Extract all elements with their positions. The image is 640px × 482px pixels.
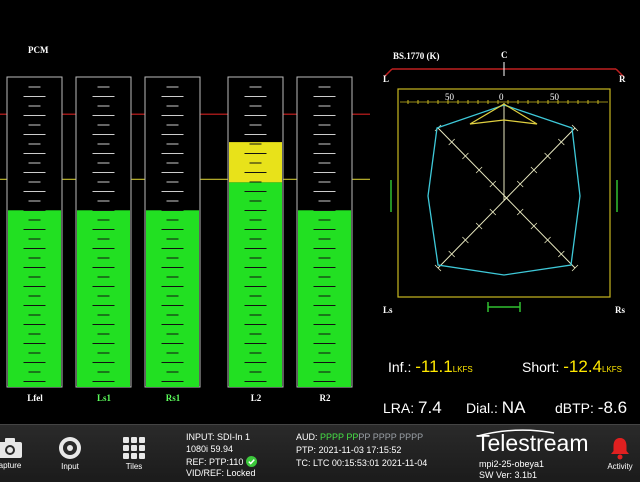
input-connector-icon (59, 437, 81, 459)
aud-label: AUD: (296, 432, 318, 442)
integrated-loudness-readout: Inf.: -11.1LKFS (388, 357, 473, 377)
lra-label: LRA: (383, 400, 415, 416)
input-label: Input (61, 462, 79, 471)
scale-label-left: 50 (445, 92, 454, 102)
input-status: INPUT: SDI-In 1 (186, 432, 251, 442)
meter-label-lfel: Lfel (27, 393, 43, 403)
bottom-toolbar: apture Input Tiles INPUT: SDI-In 1 1080i… (0, 424, 640, 482)
short-label: Short: (522, 359, 560, 375)
lra-value: 7.4 (418, 398, 442, 417)
dbtp-readout: dBTP: -8.6 (555, 398, 627, 418)
dial-value: NA (501, 398, 526, 417)
activity-label: Activity (607, 462, 633, 471)
scale-label-right: 50 (550, 92, 559, 102)
vidref-status: VID/REF: Locked (186, 468, 256, 478)
meter-label-ls1: Ls1 (96, 393, 111, 403)
inf-unit: LKFS (452, 365, 473, 374)
tiles-button[interactable]: Tiles (114, 425, 154, 482)
tiles-grid-icon (123, 437, 145, 459)
meter-label-l2: L2 (250, 393, 262, 403)
aud-inactive-channels: PP PPPP PPPP (358, 432, 424, 442)
short-loudness-readout: Short: -12.4LKFS (522, 357, 622, 377)
right-channel-label: R (619, 74, 626, 84)
swoosh-icon (477, 429, 555, 437)
tiles-label: Tiles (125, 462, 143, 471)
software-version: SW Ver: 3.1b1 (479, 470, 538, 480)
surround-sound-display (383, 62, 625, 312)
short-unit: LKFS (602, 365, 623, 374)
aud-active-channels: PPPP PP (320, 432, 359, 442)
check-circle-icon (245, 456, 257, 467)
timecode-status: TC: LTC 00:15:53:01 2021-11-04 (296, 458, 428, 468)
dial-label: Dial.: (466, 400, 498, 416)
meter-label-rs1: Rs1 (165, 393, 181, 403)
audio-status: AUD: PPPP PPPP PPPP PPPP (296, 432, 423, 442)
capture-button[interactable]: apture (0, 425, 34, 482)
audio-monitor-view: PCM Lfel Ls1 Rs1 L2 R2 BS.1770 (K) C L R Ls … (0, 0, 640, 424)
meter-label-r2: R2 (319, 393, 331, 403)
ptp-status: PTP: 2021-11-03 17:15:52 (296, 445, 402, 455)
center-channel-label: C (501, 50, 508, 60)
input-button[interactable]: Input (50, 425, 90, 482)
capture-label: apture (0, 461, 22, 470)
dialnorm-readout: Dial.: NA (466, 398, 525, 418)
scale-label-center: 0 (499, 92, 504, 102)
inf-value: -11.1 (415, 357, 453, 376)
left-channel-label: L (383, 74, 390, 84)
camera-icon (0, 438, 22, 458)
activity-button[interactable]: Activity (598, 425, 640, 482)
ref-text: REF: PTP:110 (186, 457, 244, 467)
ref-status: REF: PTP:110 (186, 456, 257, 467)
inf-label: Inf.: (388, 359, 412, 375)
dbtp-value: -8.6 (597, 398, 628, 417)
dbtp-label: dBTP: (555, 400, 594, 416)
surround-title: BS.1770 (K) (393, 51, 440, 61)
hostname: mpi2-25-obeya1 (479, 459, 545, 469)
lra-readout: LRA: 7.4 (383, 398, 442, 418)
telestream-logo: Telestream (476, 429, 588, 457)
rs-channel-label: Rs (615, 305, 626, 315)
format-status: 1080i 59.94 (186, 444, 234, 454)
ls-channel-label: Ls (383, 305, 393, 315)
short-value: -12.4 (563, 357, 602, 376)
alarm-bell-icon (611, 438, 629, 460)
